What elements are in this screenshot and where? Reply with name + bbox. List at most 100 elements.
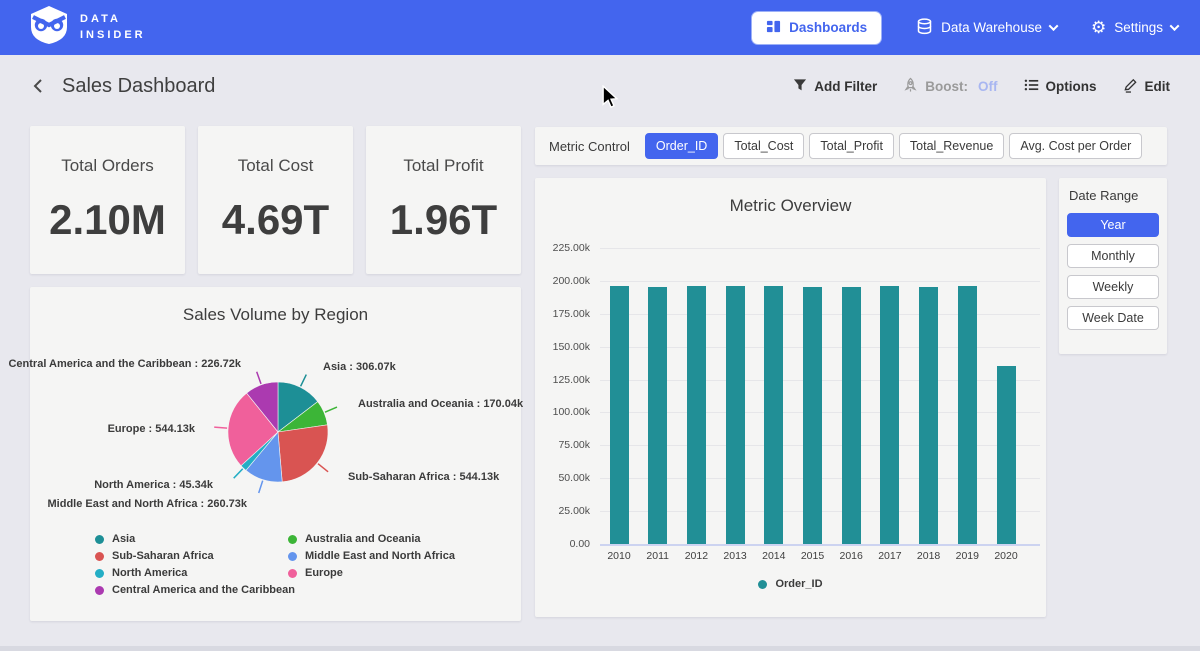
legend-item-europe: Europe <box>288 567 455 579</box>
kpi-label: Total Profit <box>403 156 483 176</box>
pie-callout-central-america: Central America and the Caribbean : 226.… <box>8 358 241 370</box>
x-axis-tick: 2020 <box>987 550 1025 562</box>
date-range-weekly-button[interactable]: Weekly <box>1067 275 1159 299</box>
filter-funnel-icon <box>793 78 807 95</box>
data-warehouse-menu[interactable]: Data Warehouse <box>916 18 1057 38</box>
pie-callout-asia: Asia : 306.07k <box>323 361 396 373</box>
x-axis-tick: 2014 <box>755 550 793 562</box>
x-axis-tick: 2019 <box>948 550 986 562</box>
boost-toggle[interactable]: Boost:Off <box>903 77 997 96</box>
bar-2017[interactable] <box>880 286 899 544</box>
bar-2011[interactable] <box>648 287 667 545</box>
date-range-monthly-button[interactable]: Monthly <box>1067 244 1159 268</box>
y-axis-tick: 175.00k <box>535 308 590 320</box>
app-root: DATA INSIDER Dashboards <box>0 0 1200 651</box>
add-filter-button[interactable]: Add Filter <box>793 78 877 95</box>
y-axis-tick: 75.00k <box>535 439 590 451</box>
legend-dot <box>95 535 104 544</box>
back-button[interactable] <box>30 76 46 96</box>
rocket-icon <box>903 77 918 96</box>
legend-item-asia: Asia <box>95 533 295 545</box>
legend-dot <box>95 552 104 561</box>
kpi-card-total-profit: Total Profit 1.96T <box>366 126 521 274</box>
bar-chart-title: Metric Overview <box>535 196 1046 216</box>
pie-callout-sub-saharan-africa: Sub-Saharan Africa : 544.13k <box>348 471 499 483</box>
kpi-label: Total Cost <box>238 156 314 176</box>
date-range-year-button[interactable]: Year <box>1067 213 1159 237</box>
pie-callout-middle-east: Middle East and North Africa : 260.73k <box>48 498 247 510</box>
page-header: Sales Dashboard Add Filter Boost:Off <box>0 55 1200 117</box>
dashboards-button[interactable]: Dashboards <box>751 11 882 45</box>
legend-dot <box>95 586 104 595</box>
y-axis-tick: 200.00k <box>535 275 590 287</box>
x-axis-tick: 2018 <box>910 550 948 562</box>
y-axis-tick: 50.00k <box>535 472 590 484</box>
bar-2010[interactable] <box>610 286 629 544</box>
date-range-panel: Date Range Year Monthly Weekly Week Date <box>1059 178 1167 354</box>
bar-2014[interactable] <box>764 286 783 544</box>
bar-2012[interactable] <box>687 286 706 545</box>
y-axis-tick: 150.00k <box>535 341 590 353</box>
y-axis-tick: 125.00k <box>535 374 590 386</box>
kpi-label: Total Orders <box>61 156 154 176</box>
legend-dot <box>288 569 297 578</box>
bar-2015[interactable] <box>803 287 822 544</box>
pie-callout-north-america: North America : 45.34k <box>94 479 213 491</box>
bar-2020[interactable] <box>997 366 1016 544</box>
owl-logo-icon <box>28 5 70 50</box>
list-options-icon <box>1024 78 1039 95</box>
pencil-icon <box>1123 77 1138 96</box>
bar-chart-card: Metric Overview Order_ID 0.0025.00k50.00… <box>535 178 1046 617</box>
metric-option-total-cost[interactable]: Total_Cost <box>723 133 804 159</box>
chevron-down-icon <box>1049 21 1059 31</box>
y-axis-tick: 0.00 <box>535 538 590 550</box>
pie-legend-column-1: Asia Sub-Saharan Africa North America Ce… <box>95 533 295 596</box>
x-axis-tick: 2010 <box>600 550 638 562</box>
bottom-edge <box>0 646 1200 651</box>
gear-icon: ⚙ <box>1091 19 1106 36</box>
kpi-value: 4.69T <box>222 196 329 244</box>
metric-option-total-revenue[interactable]: Total_Revenue <box>899 133 1004 159</box>
navbar-menu: Dashboards Data Warehouse ⚙ Settings <box>751 11 1178 45</box>
legend-dot <box>95 569 104 578</box>
kpi-card-total-orders: Total Orders 2.10M <box>30 126 185 274</box>
date-range-week-date-button[interactable]: Week Date <box>1067 306 1159 330</box>
brand-name: DATA INSIDER <box>80 12 146 44</box>
bar-2016[interactable] <box>842 287 861 544</box>
options-button[interactable]: Options <box>1024 78 1097 95</box>
legend-dot <box>758 580 767 589</box>
gridline <box>600 248 1040 249</box>
bar-2019[interactable] <box>958 286 977 544</box>
page-title: Sales Dashboard <box>62 75 215 98</box>
pie-legend-column-2: Australia and Oceania Middle East and No… <box>288 533 455 579</box>
date-range-label: Date Range <box>1069 188 1159 203</box>
x-axis-tick: 2013 <box>716 550 754 562</box>
pie-chart-card: Sales Volume by Region Central America a… <box>30 287 521 621</box>
legend-item-australia-oceania: Australia and Oceania <box>288 533 455 545</box>
brand-logo[interactable]: DATA INSIDER <box>28 5 146 50</box>
pie-callout-europe: Europe : 544.13k <box>108 423 195 435</box>
y-axis-tick: 100.00k <box>535 406 590 418</box>
bar-2013[interactable] <box>726 286 745 544</box>
legend-item-central-america: Central America and the Caribbean <box>95 584 295 596</box>
metric-option-total-profit[interactable]: Total_Profit <box>809 133 894 159</box>
bar-2018[interactable] <box>919 287 938 544</box>
metric-option-avg-cost-per-order[interactable]: Avg. Cost per Order <box>1009 133 1142 159</box>
metric-control-bar: Metric Control Order_ID Total_Cost Total… <box>535 127 1167 165</box>
legend-item-sub-saharan-africa: Sub-Saharan Africa <box>95 550 295 562</box>
x-axis-tick: 2016 <box>832 550 870 562</box>
x-axis-tick: 2012 <box>677 550 715 562</box>
kpi-card-total-cost: Total Cost 4.69T <box>198 126 353 274</box>
settings-menu[interactable]: ⚙ Settings <box>1091 19 1178 36</box>
top-navbar: DATA INSIDER Dashboards <box>0 0 1200 55</box>
edit-button[interactable]: Edit <box>1123 77 1171 96</box>
bar-legend-label: Order_ID <box>775 578 822 590</box>
y-axis-tick: 225.00k <box>535 242 590 254</box>
metric-control-label: Metric Control <box>549 139 630 154</box>
header-actions: Add Filter Boost:Off <box>793 77 1170 96</box>
database-icon <box>916 18 933 38</box>
legend-dot <box>288 535 297 544</box>
metric-option-order-id[interactable]: Order_ID <box>645 133 718 159</box>
legend-dot <box>288 552 297 561</box>
kpi-value: 2.10M <box>49 196 166 244</box>
